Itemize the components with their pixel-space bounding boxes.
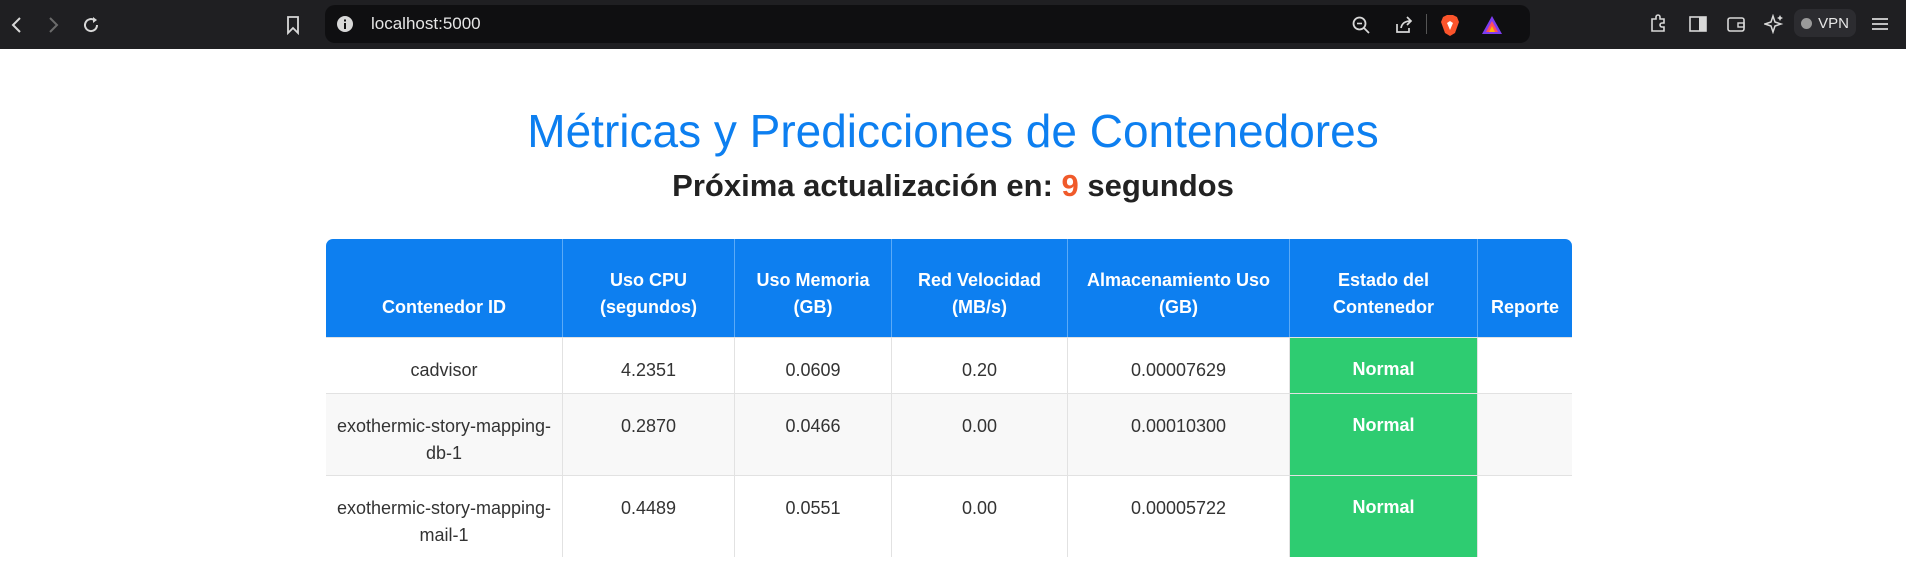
header-report: Reporte	[1478, 239, 1572, 337]
header-container-id: Contenedor ID	[326, 239, 563, 337]
network-cell: 0.00	[892, 475, 1068, 557]
forward-icon[interactable]	[40, 12, 66, 38]
network-cell: 0.00	[892, 393, 1068, 475]
bookmark-icon[interactable]	[280, 12, 306, 38]
divider	[1426, 14, 1427, 34]
url-text: localhost:5000	[371, 14, 481, 33]
header-memory: Uso Memoria (GB)	[735, 239, 892, 337]
cpu-cell: 0.4489	[563, 475, 735, 557]
header-storage: Almacenamiento Uso (GB)	[1068, 239, 1290, 337]
memory-cell: 0.0551	[735, 475, 892, 557]
countdown-prefix: Próxima actualización en:	[672, 168, 1053, 203]
status-badge: Normal	[1290, 337, 1478, 393]
page-title: Métricas y Predicciones de Contenedores	[527, 105, 1379, 157]
storage-cell: 0.00010300	[1068, 393, 1290, 475]
header-network: Red Velocidad (MB/s)	[892, 239, 1068, 337]
zoom-icon[interactable]	[1350, 14, 1372, 36]
storage-cell: 0.00007629	[1068, 337, 1290, 393]
memory-cell: 0.0466	[735, 393, 892, 475]
update-countdown: Próxima actualización en: 9 segundos	[0, 168, 1906, 204]
status-badge: Normal	[1290, 475, 1478, 557]
vpn-label: VPN	[1818, 14, 1849, 32]
share-icon[interactable]	[1393, 14, 1415, 36]
countdown-value: 9	[1061, 168, 1079, 203]
table-row: exothermic-story-mapping-db-1 0.2870 0.0…	[326, 393, 1572, 475]
metrics-table: Contenedor ID Uso CPU (segundos) Uso Mem…	[326, 239, 1572, 557]
browser-toolbar: localhost:5000 VPN	[0, 0, 1906, 49]
extensions-icon[interactable]	[1646, 12, 1670, 36]
storage-cell: 0.00005722	[1068, 475, 1290, 557]
table-header-row: Contenedor ID Uso CPU (segundos) Uso Mem…	[326, 239, 1572, 337]
vpn-status-icon	[1801, 17, 1813, 29]
container-id-cell: cadvisor	[326, 337, 563, 393]
memory-cell: 0.0609	[735, 337, 892, 393]
reload-icon[interactable]	[78, 12, 104, 38]
report-cell	[1478, 475, 1572, 557]
back-icon[interactable]	[4, 12, 30, 38]
cpu-cell: 0.2870	[563, 393, 735, 475]
address-bar[interactable]: localhost:5000	[325, 5, 1530, 43]
report-cell	[1478, 393, 1572, 475]
brave-rewards-icon[interactable]	[1481, 14, 1503, 36]
leo-ai-icon[interactable]	[1762, 12, 1786, 36]
vpn-button[interactable]: VPN	[1794, 9, 1856, 37]
cpu-cell: 4.2351	[563, 337, 735, 393]
menu-icon[interactable]	[1868, 12, 1892, 36]
report-cell	[1478, 337, 1572, 393]
container-id-cell: exothermic-story-mapping-db-1	[326, 393, 563, 475]
brave-shields-icon[interactable]	[1439, 14, 1461, 36]
header-status: Estado del Contenedor	[1290, 239, 1478, 337]
table-row: cadvisor 4.2351 0.0609 0.20 0.00007629 N…	[326, 337, 1572, 393]
countdown-suffix: segundos	[1087, 168, 1234, 203]
header-cpu: Uso CPU (segundos)	[563, 239, 735, 337]
status-badge: Normal	[1290, 393, 1478, 475]
table-row: exothermic-story-mapping-mail-1 0.4489 0…	[326, 475, 1572, 557]
sidebar-icon[interactable]	[1686, 12, 1710, 36]
network-cell: 0.20	[892, 337, 1068, 393]
wallet-icon[interactable]	[1724, 12, 1748, 36]
container-id-cell: exothermic-story-mapping-mail-1	[326, 475, 563, 557]
site-info-icon[interactable]	[336, 15, 354, 33]
